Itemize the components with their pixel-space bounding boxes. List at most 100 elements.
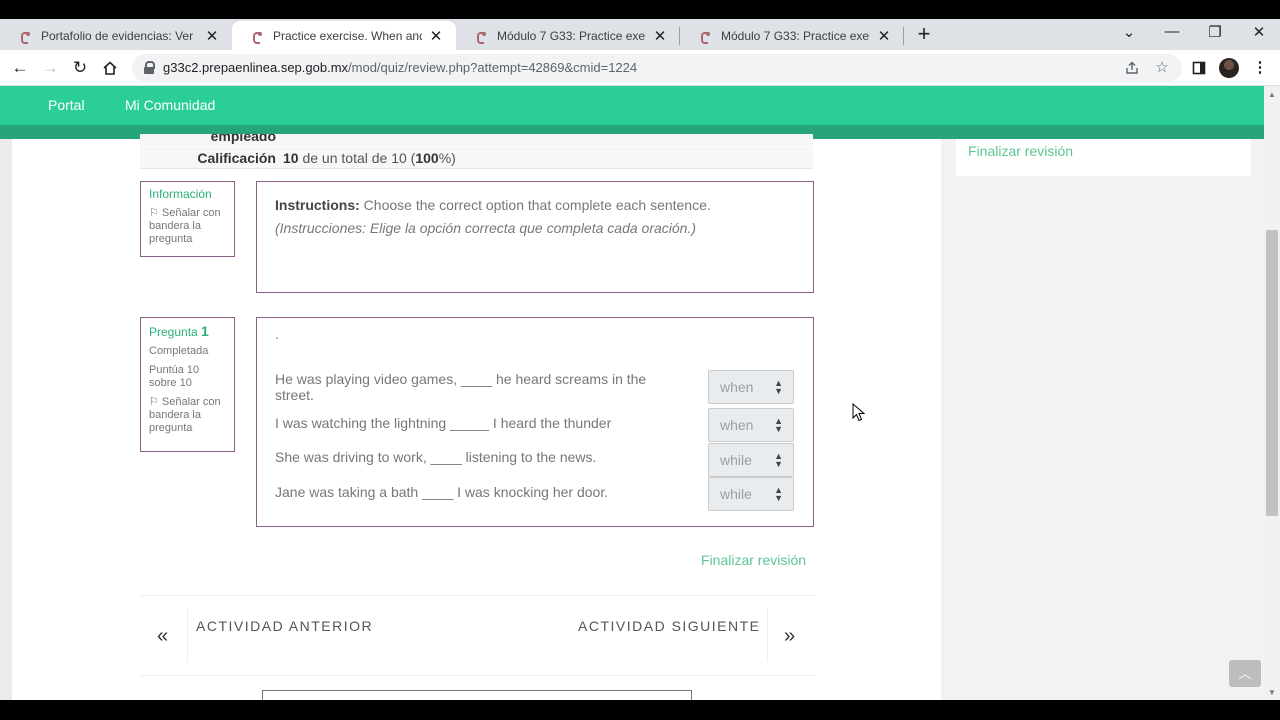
tab-title: Portafolio de evidencias: Ver <box>41 28 194 43</box>
flag-icon: ⚐ <box>149 207 162 219</box>
tab-search-icon[interactable]: ⌄ <box>1119 23 1139 41</box>
question-dot: . <box>275 326 279 342</box>
question-sentence: He was playing video games, ____ he hear… <box>275 371 647 403</box>
divider <box>140 675 815 676</box>
question-state: Completada <box>149 345 209 357</box>
nav-portal-link[interactable]: Portal <box>48 97 85 113</box>
finalizar-revision-link[interactable]: Finalizar revisión <box>701 552 806 568</box>
url-text: g33c2.prepaenlinea.sep.gob.mx/mod/quiz/r… <box>163 60 638 75</box>
previous-activity-arrow-icon[interactable]: « <box>157 625 168 648</box>
answer-select[interactable]: when ▲ ▼ <box>708 408 794 442</box>
nav-mi-comunidad-link[interactable]: Mi Comunidad <box>125 97 215 113</box>
browser-tab-strip: Portafolio de evidencias: Ver ✕ Practice… <box>0 19 1280 50</box>
question-sentence: Jane was taking a bath ____ I was knocki… <box>275 484 609 500</box>
page-scrollbar[interactable]: ▲ ▼ <box>1264 86 1280 700</box>
profile-avatar[interactable] <box>1219 58 1239 78</box>
question-item: Jane was taking a bath ____ I was knocki… <box>275 477 795 511</box>
screen-bottom-bar <box>0 700 1280 720</box>
select-caret-icon: ▲ ▼ <box>774 485 783 503</box>
instructions-spanish: (Instrucciones: Elige la opción correcta… <box>275 220 696 236</box>
divider <box>767 608 768 662</box>
flag-question-link[interactable]: ⚐ Señalar con bandera la pregunta <box>149 207 226 246</box>
right-sidebar: Finalizar revisión <box>941 139 1264 700</box>
question-grade: Puntúa 10 sobre 10 <box>149 364 200 389</box>
back-arrow-icon[interactable]: ← <box>9 57 31 79</box>
question-item: He was playing video games, ____ he hear… <box>275 370 795 404</box>
site-favicon-icon <box>700 30 712 44</box>
close-window-icon[interactable]: ✕ <box>1249 23 1269 41</box>
question-item: I was watching the lightning _____ I hea… <box>275 408 795 442</box>
browser-tab-modulo-7-b[interactable]: Módulo 7 G33: Practice exercise. ✕ <box>680 21 904 50</box>
select-caret-icon: ▲ ▼ <box>774 378 783 396</box>
tab-separator <box>903 27 904 45</box>
reload-icon[interactable]: ↻ <box>69 57 91 79</box>
home-icon[interactable] <box>99 57 121 79</box>
site-favicon-icon <box>252 30 264 44</box>
question-item: She was driving to work, ____ listening … <box>275 443 795 477</box>
scrollbar-thumb[interactable] <box>1266 230 1278 516</box>
browser-tab-portafolio[interactable]: Portafolio de evidencias: Ver ✕ <box>0 21 232 50</box>
browser-toolbar: ← → ↻ g33c2.prepaenlinea.sep.gob.mx/mod/… <box>0 50 1280 86</box>
previous-activity-link[interactable]: ACTIVIDAD ANTERIOR <box>196 618 373 634</box>
tab-title: Módulo 7 G33: Practice exercise. <box>721 28 870 43</box>
tab-close-icon[interactable]: ✕ <box>876 27 892 45</box>
flag-question-link[interactable]: ⚐ Señalar con bandera la pregunta <box>149 396 226 435</box>
browser-tab-practice-exercise[interactable]: Practice exercise. When and while ✕ <box>232 21 456 50</box>
quiz-navigation-block: Finalizar revisión <box>956 139 1251 176</box>
sidebar-finalizar-revision-link[interactable]: Finalizar revisión <box>968 143 1073 159</box>
scroll-down-arrow-icon[interactable]: ▼ <box>1268 688 1276 697</box>
summary-value: 10 de un total de 10 (100%) <box>283 150 456 166</box>
flag-icon: ⚐ <box>149 396 162 408</box>
site-favicon-icon <box>476 30 488 44</box>
info-heading: Información <box>149 187 212 201</box>
scroll-to-top-button[interactable]: ︿ <box>1229 660 1261 687</box>
side-panel-icon[interactable] <box>1188 57 1210 79</box>
question-info-box: Pregunta 1 Completada Puntúa 10 sobre 10… <box>140 317 235 452</box>
question-sentence: She was driving to work, ____ listening … <box>275 449 597 465</box>
answer-select[interactable]: when ▲ ▼ <box>708 370 794 404</box>
browser-tab-modulo-7-a[interactable]: Módulo 7 G33: Practice exercise. ✕ <box>456 21 680 50</box>
answer-value: when <box>720 417 754 433</box>
browser-menu-icon[interactable]: ⋮ <box>1249 57 1271 79</box>
site-favicon-icon <box>20 30 32 44</box>
main-content: empleado Calificación 10 de un total de … <box>12 134 941 700</box>
answer-value: while <box>720 486 752 502</box>
question-sentence: I was watching the lightning _____ I hea… <box>275 415 612 431</box>
lock-icon <box>144 61 155 74</box>
next-activity-arrow-icon[interactable]: » <box>784 625 795 648</box>
instructions-box: Instructions: Choose the correct option … <box>256 181 814 293</box>
activity-select-box[interactable] <box>262 690 692 700</box>
site-navbar: Portal Mi Comunidad <box>0 86 1264 125</box>
bookmark-star-icon[interactable]: ☆ <box>1151 57 1173 79</box>
left-gutter <box>0 139 12 700</box>
summary-row-empleado: empleado <box>140 134 813 146</box>
tab-close-icon[interactable]: ✕ <box>204 27 220 45</box>
web-page: Portal Mi Comunidad empleado Calificació… <box>0 86 1264 700</box>
next-activity-link[interactable]: ACTIVIDAD SIGUIENTE <box>578 618 761 634</box>
address-bar[interactable]: g33c2.prepaenlinea.sep.gob.mx/mod/quiz/r… <box>132 54 1182 82</box>
answer-value: while <box>720 452 752 468</box>
question-heading: Pregunta 1 <box>149 323 209 339</box>
select-caret-icon: ▲ ▼ <box>774 451 783 469</box>
question-content-box: . He was playing video games, ____ he he… <box>256 317 814 527</box>
share-icon[interactable] <box>1121 57 1143 79</box>
scroll-up-arrow-icon[interactable]: ▲ <box>1268 90 1276 99</box>
tab-close-icon[interactable]: ✕ <box>652 27 668 45</box>
answer-select[interactable]: while ▲ ▼ <box>708 477 794 511</box>
minimize-window-icon[interactable]: — <box>1162 23 1182 40</box>
select-caret-icon: ▲ ▼ <box>774 416 783 434</box>
restore-window-icon[interactable]: ❐ <box>1205 23 1225 41</box>
new-tab-button[interactable]: + <box>914 23 934 45</box>
answer-select[interactable]: while ▲ ▼ <box>708 443 794 477</box>
tab-title: Módulo 7 G33: Practice exercise. <box>497 28 646 43</box>
answer-value: when <box>720 379 754 395</box>
summary-row-calificacion: Calificación 10 de un total de 10 (100%) <box>140 147 813 169</box>
forward-arrow-icon[interactable]: → <box>39 57 61 79</box>
tab-close-icon[interactable]: ✕ <box>428 27 444 45</box>
divider <box>140 595 815 596</box>
divider <box>187 608 188 662</box>
mouse-cursor-icon <box>852 403 866 422</box>
instructions-text: Instructions: Choose the correct option … <box>275 197 711 236</box>
summary-label: empleado <box>210 134 276 144</box>
chevron-up-icon: ︿ <box>1238 666 1252 681</box>
